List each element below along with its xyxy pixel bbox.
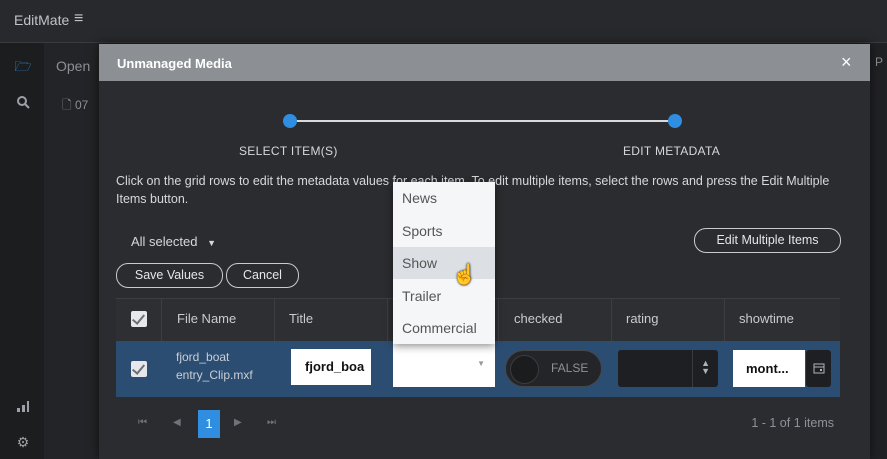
dialog-header: Unmanaged Media ×	[99, 44, 870, 81]
folder-icon[interactable]: 🗁	[14, 57, 32, 75]
right-edge-label: P	[875, 55, 884, 69]
hamburger-icon[interactable]: ≡	[74, 10, 83, 28]
dropdown-option-sports[interactable]: Sports	[393, 215, 495, 247]
prev-page-icon[interactable]: ◀	[173, 417, 181, 428]
selection-label: All selected	[131, 234, 198, 249]
dropdown-option-trailer[interactable]: Trailer	[393, 280, 495, 312]
close-icon[interactable]: ×	[841, 52, 852, 73]
stepper-arrows-icon[interactable]: ▲ ▼	[701, 359, 710, 376]
caret-down-icon: ▼	[207, 238, 217, 248]
cancel-button[interactable]: Cancel	[226, 263, 299, 288]
step-label-edit: EDIT METADATA	[623, 144, 721, 158]
toggle-label: FALSE	[551, 361, 589, 375]
background-row: 🗋 07	[62, 98, 89, 112]
rating-stepper[interactable]: ▲ ▼	[618, 350, 718, 387]
search-icon[interactable]	[14, 95, 32, 113]
column-header-checked[interactable]: checked	[514, 311, 562, 326]
left-rail: 🗁 ⚙	[0, 43, 45, 459]
category-dropdown-menu: News Sports Show Trailer Commercial	[393, 182, 495, 344]
edit-multiple-items-button[interactable]: Edit Multiple Items	[694, 228, 841, 253]
showtime-input[interactable]: mont...	[733, 350, 805, 387]
selection-dropdown[interactable]: All selected ▼	[131, 234, 216, 249]
last-page-icon[interactable]: ⏭	[267, 417, 276, 428]
column-header-file-name[interactable]: File Name	[177, 311, 236, 326]
step-label-select: SELECT ITEM(S)	[239, 144, 338, 158]
stepper-line	[290, 120, 676, 122]
column-header-showtime[interactable]: showtime	[739, 311, 794, 326]
app-brand: EditMate	[14, 12, 70, 28]
column-header-title[interactable]: Title	[289, 311, 313, 326]
dropdown-option-commercial[interactable]: Commercial	[393, 312, 495, 344]
hand-cursor-icon: ☝	[452, 264, 477, 286]
pager: ⏮ ◀ 1 ▶ ⏭ 1 - 1 of 1 items	[116, 403, 840, 449]
category-select[interactable]: ▼	[393, 343, 495, 387]
chart-icon[interactable]	[14, 399, 32, 417]
app-topbar: EditMate ≡	[0, 0, 887, 43]
caret-down-icon: ▼	[477, 359, 485, 368]
file-name-cell: fjord_boat entry_Clip.mxf	[176, 350, 253, 382]
first-page-icon[interactable]: ⏮	[138, 417, 147, 428]
file-icon: 🗋	[62, 98, 75, 112]
step-dot-select[interactable]	[283, 114, 297, 128]
background-tab: Open	[56, 58, 91, 74]
save-values-button[interactable]: Save Values	[116, 263, 223, 288]
dropdown-option-news[interactable]: News	[393, 182, 495, 214]
row-checkbox[interactable]	[131, 361, 147, 377]
dropdown-option-show[interactable]: Show	[393, 247, 495, 279]
table-row[interactable]: fjord_boat entry_Clip.mxf fjord_boa ▼ FA…	[116, 341, 840, 397]
page-1-button[interactable]: 1	[198, 410, 220, 438]
settings-icon[interactable]: ⚙	[14, 433, 32, 451]
pager-info: 1 - 1 of 1 items	[751, 416, 834, 430]
toggle-knob	[510, 355, 539, 384]
right-edge-panel: P	[870, 43, 887, 459]
checked-toggle[interactable]: FALSE	[505, 350, 602, 387]
calendar-icon[interactable]	[806, 350, 831, 387]
select-all-checkbox[interactable]	[131, 311, 147, 327]
dialog-title: Unmanaged Media	[117, 56, 232, 71]
step-dot-edit[interactable]	[668, 114, 682, 128]
next-page-icon[interactable]: ▶	[234, 417, 242, 428]
column-header-rating[interactable]: rating	[626, 311, 659, 326]
title-input[interactable]: fjord_boa	[291, 349, 371, 385]
